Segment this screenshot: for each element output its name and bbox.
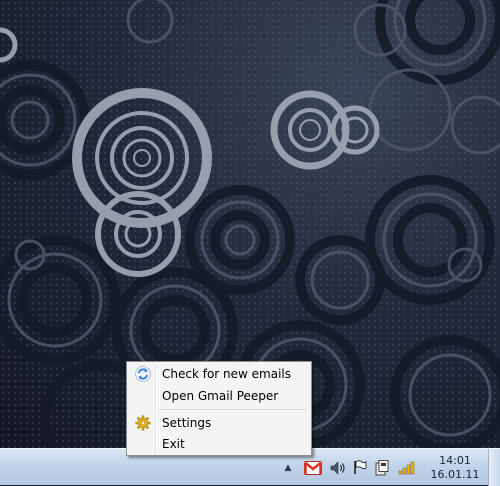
volume-icon bbox=[330, 460, 345, 475]
system-clock[interactable]: 14:01 16.01.11 bbox=[424, 449, 486, 486]
menu-separator bbox=[159, 409, 307, 411]
action-center-flag-icon bbox=[354, 460, 367, 474]
menu-item-label: Check for new emails bbox=[162, 367, 292, 381]
show-desktop-button[interactable] bbox=[488, 449, 500, 486]
menu-item-label: Settings bbox=[162, 416, 212, 430]
chevron-up-icon: ▲ bbox=[284, 462, 292, 473]
menu-item-label: Open Gmail Peeper bbox=[162, 389, 279, 403]
network-tray-button[interactable] bbox=[397, 449, 417, 486]
network-signal-icon bbox=[398, 461, 415, 474]
gear-icon bbox=[135, 415, 151, 431]
action-center-tray-button[interactable] bbox=[351, 449, 369, 486]
gmail-icon bbox=[304, 460, 322, 475]
device-icon bbox=[375, 459, 389, 475]
clock-date: 16.01.11 bbox=[430, 467, 480, 481]
menu-item-settings[interactable]: Settings bbox=[129, 413, 309, 433]
device-tray-button[interactable] bbox=[373, 449, 391, 486]
clock-time: 14:01 bbox=[439, 453, 471, 467]
menu-item-exit[interactable]: Exit bbox=[129, 434, 309, 454]
menu-item-check-new-emails[interactable]: Check for new emails bbox=[129, 364, 309, 384]
refresh-icon bbox=[135, 366, 151, 382]
menu-item-label: Exit bbox=[162, 437, 185, 451]
menu-item-open-gmail-peeper[interactable]: Open Gmail Peeper bbox=[129, 386, 309, 406]
volume-tray-button[interactable] bbox=[329, 449, 347, 486]
tray-context-menu: Check for new emails Open Gmail Peeper S… bbox=[126, 361, 312, 456]
